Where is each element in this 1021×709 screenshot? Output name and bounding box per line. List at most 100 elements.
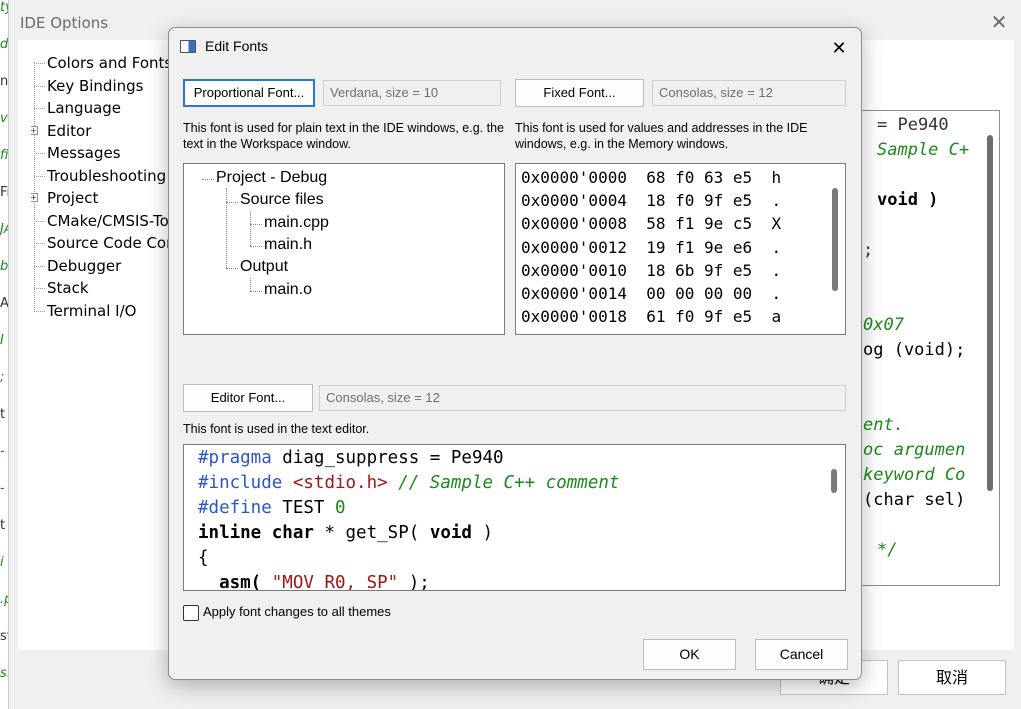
editor-font-value: Consolas, size = 12	[319, 385, 846, 411]
tree-node-file[interactable]: main.h	[264, 236, 312, 254]
tree-node-root[interactable]: Project - Debug	[216, 169, 327, 187]
tree-connector	[34, 265, 45, 267]
expand-icon[interactable]: +	[31, 125, 38, 135]
preview-code-line: (char sel)	[863, 490, 966, 510]
options-tree-item[interactable]: CMake/CMSIS-To	[31, 210, 181, 233]
proportional-font-description: This font is used for plain text in the …	[183, 121, 504, 151]
memory-row: 0x0000'0018 61 f0 9f e5 a	[521, 307, 782, 327]
background-code-fragment: ;	[0, 370, 5, 385]
editor-font-description: This font is used in the text editor.	[183, 422, 370, 436]
options-tree-label: Editor	[47, 121, 92, 140]
code-line: {	[198, 548, 209, 568]
options-tree: Colors and Fonts Key Bindings Language + Edi…	[31, 52, 181, 332]
background-code-fragment: i	[0, 555, 4, 570]
proportional-font-button[interactable]: Proportional Font...	[183, 79, 315, 107]
preview-code-line: 0x07	[863, 315, 904, 335]
tree-connector	[34, 243, 45, 244]
tree-connector	[34, 63, 45, 64]
editor-font-button[interactable]: Editor Font...	[183, 384, 313, 412]
apply-all-themes-label[interactable]: Apply font changes to all themes	[203, 604, 391, 619]
options-tree-item[interactable]: Key Bindings	[31, 75, 181, 98]
expand-icon[interactable]: +	[31, 193, 38, 202]
options-tree-label: Language	[47, 99, 122, 117]
options-tree-label: CMake/CMSIS-To	[47, 211, 169, 230]
tree-node-source-files[interactable]: Source files	[240, 191, 324, 209]
preview-code-line: = Pe940	[877, 115, 949, 135]
options-tree-item[interactable]: Stack	[31, 277, 181, 300]
tree-connector	[34, 310, 45, 312]
options-tree-item[interactable]: Troubleshooting	[31, 165, 181, 188]
cancel-button[interactable]: Cancel	[755, 639, 848, 670]
code-line: #pragma diag_suppress = Pe940	[198, 448, 504, 468]
memory-row: 0x0000'0008 58 f1 9e c5 X	[521, 214, 782, 234]
options-tree-label: Key Bindings	[47, 76, 144, 95]
options-tree-item[interactable]: + Project	[31, 187, 181, 210]
tree-connector	[34, 153, 45, 154]
tree-node-output[interactable]: Output	[240, 258, 288, 276]
memory-preview-pane: 0x0000'0000 68 f0 63 e5 h 0x0000'0004 18 …	[515, 163, 846, 335]
options-tree-item[interactable]: Source Code Cor	[31, 232, 181, 255]
options-tree-item[interactable]: Messages	[31, 142, 181, 165]
options-tree-label: Debugger	[47, 256, 122, 275]
background-code-fragment: -	[0, 481, 5, 496]
ide-options-title: IDE Options	[20, 14, 109, 32]
code-line: #define TEST 0	[198, 498, 346, 518]
ok-button[interactable]: OK	[643, 639, 736, 670]
preview-code-line: keyword Co	[863, 465, 966, 485]
options-tree-item[interactable]: Colors and Fonts	[31, 52, 181, 75]
preview-code-line: ent.	[863, 415, 904, 435]
options-tree-item[interactable]: Terminal I/O	[31, 300, 181, 323]
apply-all-themes-checkbox[interactable]	[183, 605, 199, 621]
options-tree-item[interactable]: + Editor	[31, 120, 181, 143]
fixed-font-button[interactable]: Fixed Font...	[515, 79, 644, 107]
preview-code-line: Sample C+	[877, 140, 970, 160]
preview-code-line: void )	[877, 190, 939, 210]
options-tree-label: Source Code Cor	[47, 234, 173, 252]
options-tree-item[interactable]: Debugger	[31, 255, 181, 278]
editor-scrollbar[interactable]	[831, 469, 837, 493]
ide-cancel-button[interactable]: 取消	[898, 660, 1006, 695]
edit-fonts-dialog: Edit Fonts ✕ Proportional Font... Verdan…	[168, 27, 862, 680]
options-tree-label: Messages	[47, 144, 121, 162]
tree-node-file[interactable]: main.o	[264, 281, 312, 299]
fixed-font-description: This font is used for values and address…	[515, 121, 808, 151]
options-tree-label: Troubleshooting	[47, 166, 167, 185]
edit-fonts-title: Edit Fonts	[205, 38, 269, 54]
tree-connector	[34, 108, 45, 109]
memory-row: 0x0000'0014 00 00 00 00 .	[521, 284, 782, 303]
memory-row: 0x0000'0010 18 6b 9f e5 .	[521, 260, 782, 280]
options-tree-label: Project	[47, 189, 99, 207]
tree-connector	[34, 288, 45, 289]
options-tree-label: Stack	[47, 279, 89, 297]
tree-connector	[34, 220, 45, 222]
preview-code-line: og (void);	[863, 340, 966, 360]
code-line: #include <stdio.h> // Sample C++ comment	[198, 473, 620, 493]
preview-scrollbar[interactable]	[987, 135, 993, 491]
editor-preview-pane: #pragma diag_suppress = Pe940 #include <…	[183, 444, 846, 591]
options-tree-label: Colors and Fonts	[47, 54, 173, 72]
background-code-fragment: -	[0, 444, 5, 459]
window-icon	[180, 40, 196, 53]
proportional-font-value: Verdana, size = 10	[323, 80, 501, 106]
code-line: inline char * get_SP( void )	[198, 523, 494, 543]
workspace-preview-pane: Project - Debug Source files main.cpp ma…	[183, 163, 505, 335]
memory-row: 0x0000'0000 68 f0 63 e5 h	[521, 168, 782, 187]
options-tree-item[interactable]: Language	[31, 97, 181, 120]
code-line: asm( "MOV R0, SP" );	[198, 573, 430, 591]
ide-options-close-icon[interactable]: ✕	[987, 10, 1011, 34]
close-icon[interactable]: ✕	[827, 36, 851, 60]
background-code-fragment: I	[0, 333, 4, 348]
background-editor-preview: = Pe940 Sample C+ void ); 0x07 og (void); ent…	[859, 110, 1000, 586]
options-tree-label: Terminal I/O	[47, 301, 137, 320]
preview-code-line: ;	[863, 240, 874, 260]
tree-connector	[34, 85, 45, 87]
memory-row: 0x0000'0004 18 f0 9f e5 .	[521, 191, 782, 211]
memory-row: 0x0000'0012 19 f1 9e e6 .	[521, 237, 782, 257]
tree-node-file[interactable]: main.cpp	[264, 214, 329, 232]
fixed-font-value: Consolas, size = 12	[652, 80, 846, 106]
background-code-fragment: t	[0, 518, 6, 533]
memory-scrollbar[interactable]	[832, 188, 838, 291]
preview-code-line: oc argumen	[863, 440, 966, 460]
tree-connector	[34, 175, 45, 177]
preview-code-line: */	[877, 540, 898, 560]
